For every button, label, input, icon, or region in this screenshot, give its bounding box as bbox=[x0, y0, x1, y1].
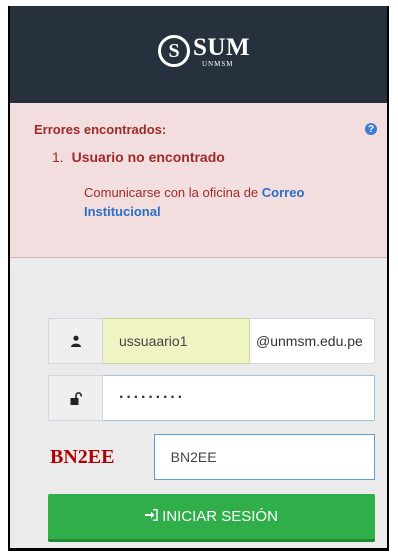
sign-in-icon bbox=[145, 509, 158, 524]
password-input[interactable]: ········· bbox=[103, 375, 375, 421]
captcha-image: BN2EE bbox=[48, 434, 154, 480]
question-circle-icon[interactable]: ? bbox=[365, 123, 377, 135]
error-number: 1. bbox=[52, 149, 64, 165]
error-message: Usuario no encontrado bbox=[71, 149, 225, 165]
logo-s-icon: S bbox=[158, 35, 190, 67]
login-button-label: INICIAR SESIÓN bbox=[162, 508, 278, 525]
sum-logo: S SUM UNMSM bbox=[158, 29, 250, 73]
error-item: 1. Usuario no encontrado bbox=[52, 149, 372, 165]
unlock-icon bbox=[48, 375, 103, 421]
user-icon bbox=[48, 318, 103, 364]
username-input[interactable]: ussuaario1 bbox=[103, 318, 250, 364]
email-domain-suffix: @unmsm.edu.pe bbox=[250, 318, 375, 364]
error-detail-text: Comunicarse con la oficina de bbox=[84, 185, 262, 200]
error-alert: Errores encontrados: ? 1. Usuario no enc… bbox=[10, 103, 387, 258]
username-row: ussuaario1 @unmsm.edu.pe bbox=[48, 318, 375, 364]
header: S SUM UNMSM bbox=[10, 6, 387, 103]
login-button[interactable]: INICIAR SESIÓN bbox=[48, 494, 375, 542]
captcha-row: BN2EE BN2EE bbox=[48, 434, 375, 480]
error-detail: Comunicarse con la oficina de Correo Ins… bbox=[84, 183, 374, 221]
logo-title: SUM bbox=[193, 33, 251, 61]
captcha-input[interactable]: BN2EE bbox=[153, 434, 375, 480]
login-panel: S SUM UNMSM Errores encontrados: ? 1. Us… bbox=[8, 6, 389, 551]
error-title: Errores encontrados: bbox=[34, 122, 167, 137]
password-row: ········· bbox=[48, 375, 375, 421]
logo-subtitle: UNMSM bbox=[202, 59, 234, 68]
